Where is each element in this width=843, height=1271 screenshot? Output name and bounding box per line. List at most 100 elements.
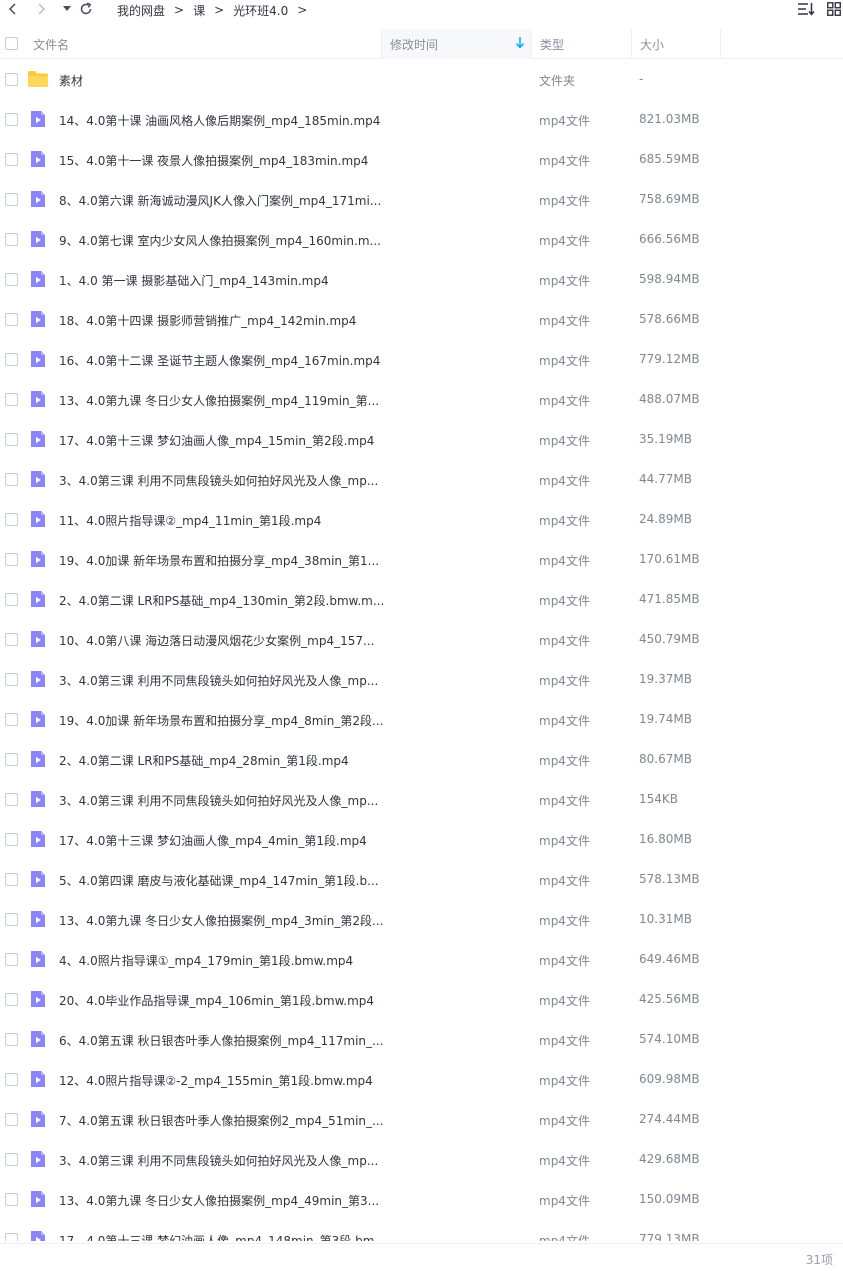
file-row[interactable]: 14、4.0第十课 油画风格人像后期案例_mp4_185min.mp4 mp4文件… [0,99,843,139]
row-checkbox[interactable] [5,513,18,526]
file-name[interactable]: 4、4.0照片指导课①_mp4_179min_第1段.bmw.mp4 [59,952,353,969]
file-name[interactable]: 19、4.0加课 新年场景布置和拍摄分享_mp4_38min_第1... [59,552,379,569]
row-checkbox[interactable] [5,833,18,846]
row-checkbox[interactable] [5,473,18,486]
file-row[interactable]: 3、4.0第三课 利用不同焦段镜头如何拍好风光及人像_mp... mp4文件 429… [0,1139,843,1179]
file-row[interactable]: 6、4.0第五课 秋日银杏叶季人像拍摄案例_mp4_117min_... mp4文… [0,1019,843,1059]
row-checkbox[interactable] [5,1113,18,1126]
row-checkbox[interactable] [5,1233,18,1241]
file-name[interactable]: 8、4.0第六课 新海诚动漫风JK人像入门案例_mp4_171mi... [59,192,381,209]
file-row[interactable]: 2、4.0第二课 LR和PS基础_mp4_28min_第1段.mp4 mp4文件 8… [0,739,843,779]
file-name[interactable]: 3、4.0第三课 利用不同焦段镜头如何拍好风光及人像_mp... [59,472,378,489]
file-row[interactable]: 16、4.0第十二课 圣诞节主题人像案例_mp4_167min.mp4 mp4文件… [0,339,843,379]
row-checkbox[interactable] [5,1073,18,1086]
file-row[interactable]: 15、4.0第十一课 夜景人像拍摄案例_mp4_183min.mp4 mp4文件 6… [0,139,843,179]
file-row[interactable]: 11、4.0照片指导课②_mp4_11min_第1段.mp4 mp4文件 24.89… [0,499,843,539]
file-name[interactable]: 12、4.0照片指导课②-2_mp4_155min_第1段.bmw.mp4 [59,1072,373,1089]
file-row[interactable]: 5、4.0第四课 磨皮与液化基础课_mp4_147min_第1段.b... mp4… [0,859,843,899]
column-header-size[interactable]: 大小 [631,29,721,59]
file-name[interactable]: 16、4.0第十二课 圣诞节主题人像案例_mp4_167min.mp4 [59,352,380,369]
file-row[interactable]: 13、4.0第九课 冬日少女人像拍摄案例_mp4_49min_第3... mp4文… [0,1179,843,1219]
sort-button[interactable] [797,1,815,17]
row-checkbox[interactable] [5,393,18,406]
breadcrumb-item-course[interactable]: 课 [193,2,205,19]
column-header-type[interactable]: 类型 [531,29,631,59]
file-row[interactable]: 9、4.0第七课 室内少女风人像拍摄案例_mp4_160min.m... mp4文… [0,219,843,259]
file-row[interactable]: 4、4.0照片指导课①_mp4_179min_第1段.bmw.mp4 mp4文件 6… [0,939,843,979]
row-checkbox[interactable] [5,673,18,686]
row-checkbox[interactable] [5,793,18,806]
file-name[interactable]: 10、4.0第八课 海边落日动漫风烟花少女案例_mp4_157... [59,632,374,649]
file-name[interactable]: 3、4.0第三课 利用不同焦段镜头如何拍好风光及人像_mp... [59,672,378,689]
row-checkbox[interactable] [5,73,18,86]
file-row[interactable]: 10、4.0第八课 海边落日动漫风烟花少女案例_mp4_157... mp4文件 4… [0,619,843,659]
file-row[interactable]: 20、4.0毕业作品指导课_mp4_106min_第1段.bmw.mp4 mp4文… [0,979,843,1019]
file-name[interactable]: 6、4.0第五课 秋日银杏叶季人像拍摄案例_mp4_117min_... [59,1032,383,1049]
grid-view-button[interactable] [825,1,843,17]
file-name[interactable]: 9、4.0第七课 室内少女风人像拍摄案例_mp4_160min.m... [59,232,381,249]
file-row[interactable]: 13、4.0第九课 冬日少女人像拍摄案例_mp4_3min_第2段... mp4文… [0,899,843,939]
file-row[interactable]: 13、4.0第九课 冬日少女人像拍摄案例_mp4_119min_第... mp4文… [0,379,843,419]
row-checkbox[interactable] [5,113,18,126]
file-name[interactable]: 17、4.0第十三课 梦幻油画人像_mp4_15min_第2段.mp4 [59,432,374,449]
row-checkbox[interactable] [5,593,18,606]
row-checkbox[interactable] [5,633,18,646]
file-name[interactable]: 13、4.0第九课 冬日少女人像拍摄案例_mp4_3min_第2段... [59,912,383,929]
file-row[interactable]: 3、4.0第三课 利用不同焦段镜头如何拍好风光及人像_mp... mp4文件 44.… [0,459,843,499]
breadcrumb-item-current[interactable]: 光环班4.0 [233,2,288,19]
file-name[interactable]: 17、4.0第十三课 梦幻油画人像_mp4_4min_第1段.mp4 [59,832,367,849]
history-dropdown-button[interactable] [59,1,75,17]
row-checkbox[interactable] [5,273,18,286]
file-name[interactable]: 20、4.0毕业作品指导课_mp4_106min_第1段.bmw.mp4 [59,992,374,1009]
row-checkbox[interactable] [5,233,18,246]
file-name[interactable]: 2、4.0第二课 LR和PS基础_mp4_130min_第2段.bmw.m... [59,592,384,609]
forward-button[interactable] [33,1,49,17]
file-row[interactable]: 17、4.0第十三课 梦幻油画人像_mp4_4min_第1段.mp4 mp4文件 1… [0,819,843,859]
file-row[interactable]: 2、4.0第二课 LR和PS基础_mp4_130min_第2段.bmw.m...… [0,579,843,619]
file-name[interactable]: 2、4.0第二课 LR和PS基础_mp4_28min_第1段.mp4 [59,752,349,769]
row-checkbox[interactable] [5,353,18,366]
row-checkbox[interactable] [5,953,18,966]
file-name[interactable]: 1、4.0 第一课 摄影基础入门_mp4_143min.mp4 [59,272,329,289]
file-row[interactable]: 18、4.0第十四课 摄影师营销推广_mp4_142min.mp4 mp4文件 57… [0,299,843,339]
row-checkbox[interactable] [5,993,18,1006]
file-name[interactable]: 19、4.0加课 新年场景布置和拍摄分享_mp4_8min_第2段... [59,712,383,729]
file-row[interactable]: 19、4.0加课 新年场景布置和拍摄分享_mp4_8min_第2段... mp4文… [0,699,843,739]
file-row[interactable]: 12、4.0照片指导课②-2_mp4_155min_第1段.bmw.mp4 mp4… [0,1059,843,1099]
row-checkbox[interactable] [5,193,18,206]
file-name[interactable]: 13、4.0第九课 冬日少女人像拍摄案例_mp4_49min_第3... [59,1192,379,1209]
file-row[interactable]: 3、4.0第三课 利用不同焦段镜头如何拍好风光及人像_mp... mp4文件 19.… [0,659,843,699]
row-checkbox[interactable] [5,1153,18,1166]
select-all-checkbox[interactable] [5,37,18,50]
file-row[interactable]: 3、4.0第三课 利用不同焦段镜头如何拍好风光及人像_mp... mp4文件 154… [0,779,843,819]
breadcrumb-item-root[interactable]: 我的网盘 [117,2,165,19]
file-name[interactable]: 15、4.0第十一课 夜景人像拍摄案例_mp4_183min.mp4 [59,152,368,169]
file-name[interactable]: 3、4.0第三课 利用不同焦段镜头如何拍好风光及人像_mp... [59,792,378,809]
file-row[interactable]: 8、4.0第六课 新海诚动漫风JK人像入门案例_mp4_171mi... mp4文… [0,179,843,219]
row-checkbox[interactable] [5,913,18,926]
row-checkbox[interactable] [5,873,18,886]
file-name[interactable]: 11、4.0照片指导课②_mp4_11min_第1段.mp4 [59,512,321,529]
column-header-name[interactable]: 文件名 [33,29,381,59]
file-row[interactable]: 1、4.0 第一课 摄影基础入门_mp4_143min.mp4 mp4文件 598.… [0,259,843,299]
file-name[interactable]: 18、4.0第十四课 摄影师营销推广_mp4_142min.mp4 [59,312,356,329]
row-checkbox[interactable] [5,433,18,446]
file-name[interactable]: 7、4.0第五课 秋日银杏叶季人像拍摄案例2_mp4_51min_... [59,1112,383,1129]
file-name[interactable]: 14、4.0第十课 油画风格人像后期案例_mp4_185min.mp4 [59,112,380,129]
row-checkbox[interactable] [5,753,18,766]
file-row[interactable]: 7、4.0第五课 秋日银杏叶季人像拍摄案例2_mp4_51min_... mp4文… [0,1099,843,1139]
file-name[interactable]: 17、4.0第十三课 梦幻油画人像_mp4_148min_第3段.bm... [59,1232,386,1241]
row-checkbox[interactable] [5,1193,18,1206]
row-checkbox[interactable] [5,313,18,326]
refresh-button[interactable] [78,1,94,17]
row-checkbox[interactable] [5,553,18,566]
file-row[interactable]: 素材 文件夹 - [0,59,843,99]
row-checkbox[interactable] [5,153,18,166]
file-name[interactable]: 3、4.0第三课 利用不同焦段镜头如何拍好风光及人像_mp... [59,1152,378,1169]
back-button[interactable] [5,1,21,17]
file-name[interactable]: 5、4.0第四课 磨皮与液化基础课_mp4_147min_第1段.b... [59,872,379,889]
column-header-modified[interactable]: 修改时间 [381,29,531,59]
row-checkbox[interactable] [5,1033,18,1046]
file-name[interactable]: 素材 [59,72,83,89]
row-checkbox[interactable] [5,713,18,726]
